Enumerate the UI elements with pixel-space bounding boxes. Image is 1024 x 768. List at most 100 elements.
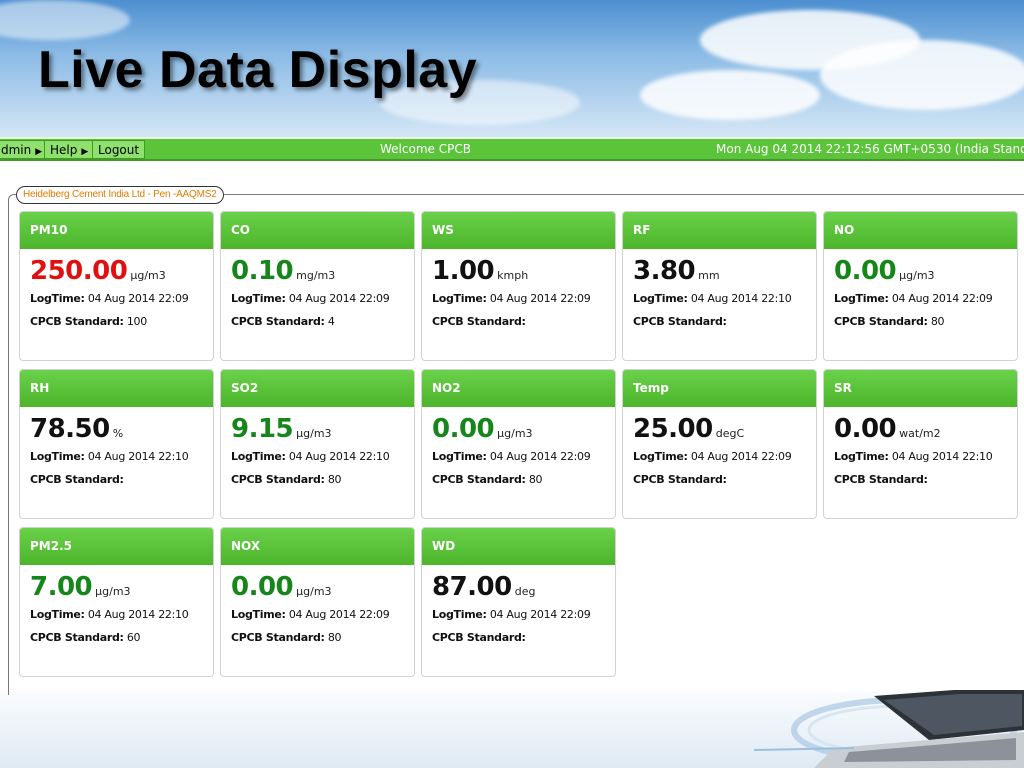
standard-line: CPCB Standard: 80 xyxy=(231,626,414,649)
card-title: PM10 xyxy=(20,212,213,249)
standard-label: CPCB Standard: xyxy=(834,473,928,486)
menu-bar: dmin ▶ Help ▶ Logout Welcome CPCB Mon Aug … xyxy=(0,137,1024,161)
standard-line: CPCB Standard: xyxy=(834,468,1017,491)
card-reading: 0.00 μg/m3 xyxy=(432,413,615,445)
card-reading: 0.10 mg/m3 xyxy=(231,255,414,287)
card-title: SR xyxy=(824,370,1017,407)
caret-right-icon: ▶ xyxy=(35,147,43,157)
reading-unit: kmph xyxy=(497,269,529,282)
logtime-value: 04 Aug 2014 22:10 xyxy=(87,450,189,463)
card-title: PM2.5 xyxy=(20,528,213,565)
slide-title: Live Data Display xyxy=(38,41,478,99)
reading-unit: μg/m3 xyxy=(130,269,166,282)
card-pm10: PM10 250.00 μg/m3 LogTime: 04 Aug 2014 22:0… xyxy=(19,211,214,361)
card-temp: Temp 25.00 degC LogTime: 04 Aug 2014 22:09 C… xyxy=(622,369,817,519)
logtime-value: 04 Aug 2014 22:09 xyxy=(288,292,390,305)
card-title: NOX xyxy=(221,528,414,565)
logtime-label: LogTime: xyxy=(231,608,286,621)
reading-unit: deg xyxy=(514,585,536,598)
welcome-text: Welcome CPCB xyxy=(380,142,471,156)
menu-admin[interactable]: dmin ▶ xyxy=(0,140,49,159)
logtime-label: LogTime: xyxy=(231,292,286,305)
standard-label: CPCB Standard: xyxy=(30,631,124,644)
standard-line: CPCB Standard: 80 xyxy=(231,468,414,491)
reading-value: 0.00 xyxy=(231,572,294,602)
logtime-label: LogTime: xyxy=(633,450,688,463)
standard-value: 4 xyxy=(327,315,335,328)
reading-unit: mg/m3 xyxy=(296,269,336,282)
logtime-value: 04 Aug 2014 22:09 xyxy=(288,608,390,621)
standard-line: CPCB Standard: xyxy=(633,310,816,333)
standard-line: CPCB Standard: xyxy=(30,468,213,491)
logtime-value: 04 Aug 2014 22:09 xyxy=(690,450,792,463)
standard-label: CPCB Standard: xyxy=(30,473,124,486)
card-title: RH xyxy=(20,370,213,407)
standard-value: 80 xyxy=(327,631,342,644)
card-ws: WS 1.00 kmph LogTime: 04 Aug 2014 22:09 CPCB… xyxy=(421,211,616,361)
logtime-value: 04 Aug 2014 22:09 xyxy=(489,608,591,621)
standard-label: CPCB Standard: xyxy=(432,473,526,486)
reading-value: 0.00 xyxy=(834,414,897,444)
logtime-line: LogTime: 04 Aug 2014 22:10 xyxy=(231,445,414,468)
logtime-line: LogTime: 04 Aug 2014 22:10 xyxy=(834,445,1017,468)
logtime-label: LogTime: xyxy=(633,292,688,305)
standard-label: CPCB Standard: xyxy=(231,631,325,644)
standard-line: CPCB Standard: 60 xyxy=(30,626,213,649)
logtime-value: 04 Aug 2014 22:09 xyxy=(489,450,591,463)
reading-unit: degC xyxy=(715,427,745,440)
standard-value: 80 xyxy=(528,473,543,486)
logtime-line: LogTime: 04 Aug 2014 22:09 xyxy=(432,445,615,468)
menu-help[interactable]: Help ▶ xyxy=(44,140,95,159)
logtime-label: LogTime: xyxy=(432,292,487,305)
menu-help-label: Help xyxy=(50,143,78,157)
reading-unit: μg/m3 xyxy=(95,585,131,598)
reading-value: 9.15 xyxy=(231,414,294,444)
standard-value: 80 xyxy=(327,473,342,486)
logtime-line: LogTime: 04 Aug 2014 22:09 xyxy=(432,603,615,626)
card-pm25: PM2.5 7.00 μg/m3 LogTime: 04 Aug 2014 22:10… xyxy=(19,527,214,677)
reading-unit: μg/m3 xyxy=(497,427,533,440)
card-reading: 87.00 deg xyxy=(432,571,615,603)
card-reading: 3.80 mm xyxy=(633,255,816,287)
standard-line: CPCB Standard: xyxy=(432,626,615,649)
reading-unit: mm xyxy=(698,269,720,282)
standard-label: CPCB Standard: xyxy=(231,315,325,328)
logtime-value: 04 Aug 2014 22:10 xyxy=(891,450,993,463)
content-area: Heidelberg Cement India Ltd - Pen -AAQMS… xyxy=(0,161,1024,695)
card-wd: WD 87.00 deg LogTime: 04 Aug 2014 22:09 CPCB… xyxy=(421,527,616,677)
logtime-label: LogTime: xyxy=(30,450,85,463)
logtime-label: LogTime: xyxy=(30,608,85,621)
reading-unit: % xyxy=(112,427,124,440)
logtime-value: 04 Aug 2014 22:09 xyxy=(489,292,591,305)
card-title: WD xyxy=(422,528,615,565)
logout-link[interactable]: Logout xyxy=(92,140,146,159)
logtime-label: LogTime: xyxy=(231,450,286,463)
card-reading: 9.15 μg/m3 xyxy=(231,413,414,445)
standard-label: CPCB Standard: xyxy=(834,315,928,328)
logtime-line: LogTime: 04 Aug 2014 22:09 xyxy=(30,287,213,310)
card-reading: 78.50% xyxy=(30,413,213,445)
card-reading: 0.00 μg/m3 xyxy=(231,571,414,603)
card-title: Temp xyxy=(623,370,816,407)
card-rf: RF 3.80 mm LogTime: 04 Aug 2014 22:10 CPCB S… xyxy=(622,211,817,361)
logtime-label: LogTime: xyxy=(30,292,85,305)
logtime-label: LogTime: xyxy=(432,450,487,463)
standard-label: CPCB Standard: xyxy=(633,473,727,486)
reading-value: 0.00 xyxy=(834,256,897,286)
standard-line: CPCB Standard: 4 xyxy=(231,310,414,333)
card-reading: 1.00 kmph xyxy=(432,255,615,287)
reading-value: 0.00 xyxy=(432,414,495,444)
logtime-line: LogTime: 04 Aug 2014 22:09 xyxy=(834,287,1017,310)
reading-unit: μg/m3 xyxy=(899,269,935,282)
card-title: CO xyxy=(221,212,414,249)
standard-value: 80 xyxy=(930,315,945,328)
logtime-line: LogTime: 04 Aug 2014 22:10 xyxy=(633,287,816,310)
logtime-line: LogTime: 04 Aug 2014 22:09 xyxy=(231,603,414,626)
logtime-line: LogTime: 04 Aug 2014 22:09 xyxy=(231,287,414,310)
card-no: NO 0.00 μg/m3 LogTime: 04 Aug 2014 22:09 CPC… xyxy=(823,211,1018,361)
reading-value: 3.80 xyxy=(633,256,696,286)
logout-label: Logout xyxy=(98,143,140,157)
logtime-line: LogTime: 04 Aug 2014 22:10 xyxy=(30,445,213,468)
card-reading: 7.00 μg/m3 xyxy=(30,571,213,603)
card-title: WS xyxy=(422,212,615,249)
